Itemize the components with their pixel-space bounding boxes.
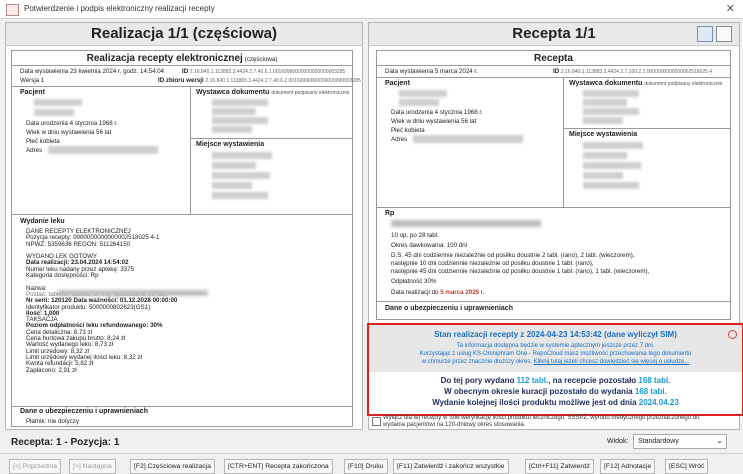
sim-verification-label: Wyłącz dla tej recepty w SIM weryfikację…	[383, 415, 700, 428]
patient-pesel-redacted	[34, 109, 74, 116]
approve-all-button[interactable]: [F11] Zatwierdź i zakończ wszystkie	[393, 459, 509, 474]
realization-date: Data wystawienia 23 kwietnia 2024 r. god…	[20, 68, 165, 75]
prescription-header: Recepta 1/1	[369, 23, 739, 46]
prescription-completed-button[interactable]: [CTR+ENT] Recepta zakończona	[224, 459, 333, 474]
realization-document: Realizacja recepty elektronicznej (częśc…	[11, 50, 361, 427]
sim-next-date-line: Wydanie kolejnej ilości produktu możliwe…	[432, 398, 679, 407]
realization-doc-suffix: (częściowa)	[244, 56, 278, 63]
rx-patient-label: Pacjent	[385, 80, 410, 87]
patient-name-redacted	[34, 99, 82, 106]
drug-name-redacted	[58, 290, 208, 296]
issuer-sub: dokument podpisany elektronicznie	[271, 90, 350, 96]
rx-safety-title: Dane o ubezpieczeniu i uprawnieniach	[385, 305, 513, 312]
id-value: 2.16.840.1.113883.3.4424.2.7.40.6.1.0016…	[189, 69, 346, 75]
sim-status-box: Stan realizacji recepty z 2024-04-23 14:…	[367, 323, 743, 416]
rp-label: Rp	[385, 210, 395, 217]
sim-alert-icon	[728, 330, 737, 339]
payer: Płatnik: nie dotyczy	[26, 418, 79, 425]
id-set-value: 2.16.840.1.113883.3.4424.2.7.40.6.2.0016…	[205, 78, 361, 84]
left-safety-title: Dane o ubezpieczeniu i uprawnieniach	[20, 408, 148, 415]
sim-remaining-line: W obecnym okresie kuracji pozostało do w…	[444, 387, 667, 396]
patient-address-redacted	[48, 146, 158, 154]
rx-patient-dob: Data urodzenia 4 stycznia 1968 r.	[391, 109, 483, 116]
approve-button[interactable]: [Ctrl+F11] Zatwierdź	[525, 459, 594, 474]
realization-deadline-label: Data realizacji do	[391, 289, 439, 296]
print-button[interactable]: [F10] Druku	[344, 459, 388, 474]
issuer-label: Wystawca dokumentu	[196, 89, 270, 96]
realization-doc-title: Realizacja recepty elektronicznej	[86, 53, 243, 64]
view-select-value: Standardowy	[638, 438, 679, 445]
realization-header: Realizacja 1/1 (częściowa)	[6, 23, 362, 46]
window-title: Potwierdzenie i podpis elektroniczny rea…	[24, 4, 215, 13]
title-bar: Potwierdzenie i podpis elektroniczny rea…	[0, 0, 743, 19]
realization-panel: Realizacja 1/1 (częściowa) Realizacja re…	[5, 22, 363, 430]
position-status: Recepta: 1 - Pozycja: 1	[11, 437, 120, 448]
realization-deadline-value: 5 marca 2025 r.	[440, 289, 485, 296]
rp-lines: 10 op. po 28 tabl. Okres dawkowania: 100…	[391, 232, 650, 285]
id-label: ID	[182, 68, 189, 75]
sim-info-2: Korzystając z usług KS-Omniphram One - R…	[419, 351, 692, 357]
rx-issuer-label: Wystawca dokumentu	[569, 80, 643, 87]
dispense-title: Wydanie leku	[20, 218, 65, 225]
rx-issue-place-label: Miejsce wystawienia	[569, 131, 638, 138]
issue-place-label: Miejsce wystawienia	[196, 141, 265, 148]
rx-patient-address-label: Adres	[391, 136, 408, 143]
realization-version: Wersja 1	[20, 77, 45, 84]
patient-sex: Płeć kobieta	[26, 138, 60, 145]
close-icon[interactable]: ✕	[726, 2, 735, 15]
patient-label: Pacjent	[20, 89, 45, 96]
rx-patient-sex: Płeć kobieta	[391, 127, 425, 134]
rx-patient-age: Wiek w dniu wystawienia 56 lat	[391, 118, 477, 125]
sim-verification-checkbox[interactable]	[372, 417, 381, 426]
rx-issuer-sub: dokument podpisany elektronicznie	[644, 81, 723, 87]
prescription-doc-title: Recepta	[534, 53, 573, 64]
sim-info-1: Ta informacja dostępna będzie w systemie…	[456, 343, 655, 349]
rx-drug-redacted	[391, 220, 541, 227]
sim-dispensed-line: Do tej pory wydano 112 tabl., na recepci…	[440, 376, 671, 385]
prescription-date: Data wystawienia 5 marca 2024 r.	[385, 68, 478, 75]
chevron-down-icon: ⌄	[716, 436, 723, 445]
export-icon[interactable]	[697, 26, 713, 42]
app-icon	[6, 4, 19, 16]
rx-id-label: ID	[553, 68, 560, 75]
previous-button[interactable]: [<] Poprzednia	[9, 459, 62, 474]
prescription-panel: Recepta 1/1 Recepta Data wystawienia 5 m…	[367, 22, 743, 430]
annotations-button[interactable]: [F12] Adnotacje	[600, 459, 656, 474]
sim-info-3: w chmurze przez znacznie dłuższy okres.	[421, 359, 532, 365]
partial-realization-button[interactable]: [F2] Częściowa realizacja	[130, 459, 216, 474]
repocloud-link[interactable]: Kliknij tutaj jeżeli chcesz dowiedzieć s…	[534, 359, 690, 365]
id-set-label: ID zbioru wersji	[158, 77, 204, 84]
view-label: Widok:	[607, 438, 629, 445]
prescription-document: Recepta Data wystawienia 5 marca 2024 r.…	[376, 50, 731, 320]
sim-title: Stan realizacji recepty z 2024-04-23 14:…	[434, 330, 677, 339]
patient-address-label: Adres	[26, 147, 43, 154]
back-button[interactable]: [ESC] Wróć	[665, 459, 709, 474]
rx-id-value: 2.16.840.1.113883.3.4424.2.7.100.2.1.000…	[560, 69, 713, 75]
window-icon[interactable]	[716, 26, 732, 42]
patient-dob: Data urodzenia 4 stycznia 1968 r.	[26, 120, 118, 127]
dispense-lines: DANE RECEPTY ELEKTRONICZNEJ Pozycja rece…	[26, 228, 178, 374]
patient-age: Wiek w dniu wystawienia 56 lat	[26, 129, 112, 136]
view-select[interactable]: Standardowy ⌄	[633, 434, 727, 449]
next-button[interactable]: [>] Następna	[69, 459, 116, 474]
